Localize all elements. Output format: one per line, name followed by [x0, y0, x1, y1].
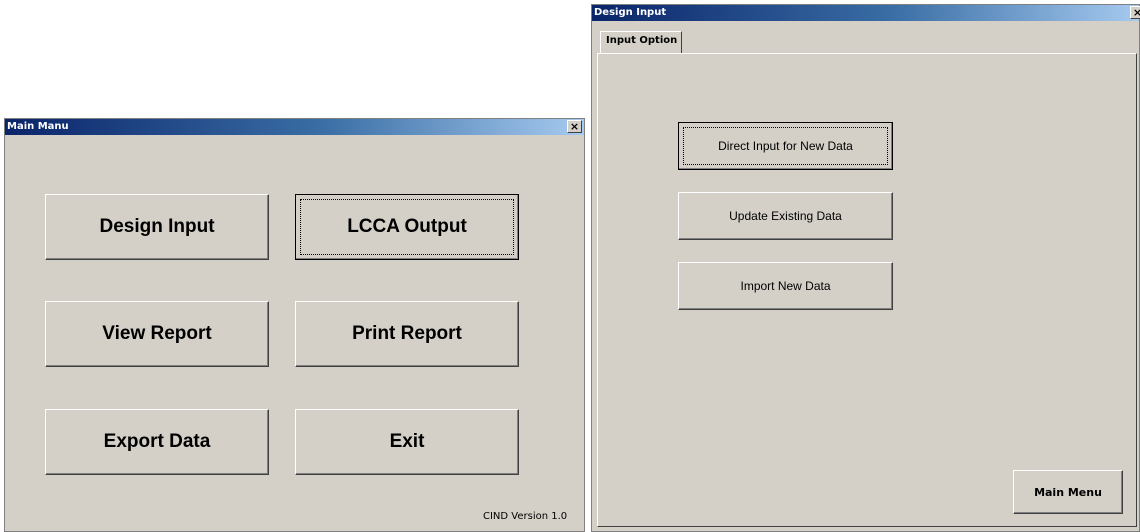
view-report-button[interactable]: View Report	[45, 301, 269, 367]
main-menu-close-icon[interactable]: ×	[567, 120, 582, 133]
exit-button[interactable]: Exit	[295, 409, 519, 475]
print-report-button[interactable]: Print Report	[295, 301, 519, 367]
design-input-titlebar[interactable]: Design Input ×	[592, 5, 1140, 21]
main-menu-title: Main Manu	[7, 121, 69, 132]
design-input-window: Design Input × Input Option Direct Input…	[591, 4, 1140, 532]
main-menu-titlebar[interactable]: Main Manu ×	[5, 119, 584, 135]
main-menu-window: Main Manu × Design Input LCCA Output Vie…	[4, 118, 585, 532]
design-input-button[interactable]: Design Input	[45, 194, 269, 260]
tab-input-option[interactable]: Input Option	[600, 31, 682, 53]
update-existing-data-button[interactable]: Update Existing Data	[678, 192, 893, 240]
direct-input-button[interactable]: Direct Input for New Data	[678, 122, 893, 170]
design-input-close-icon[interactable]: ×	[1130, 6, 1140, 19]
export-data-button[interactable]: Export Data	[45, 409, 269, 475]
main-menu-button[interactable]: Main Menu	[1013, 470, 1123, 514]
design-input-title: Design Input	[594, 7, 667, 18]
import-new-data-button[interactable]: Import New Data	[678, 262, 893, 310]
lcca-output-button[interactable]: LCCA Output	[295, 194, 519, 260]
version-label: CIND Version 1.0	[483, 511, 568, 522]
